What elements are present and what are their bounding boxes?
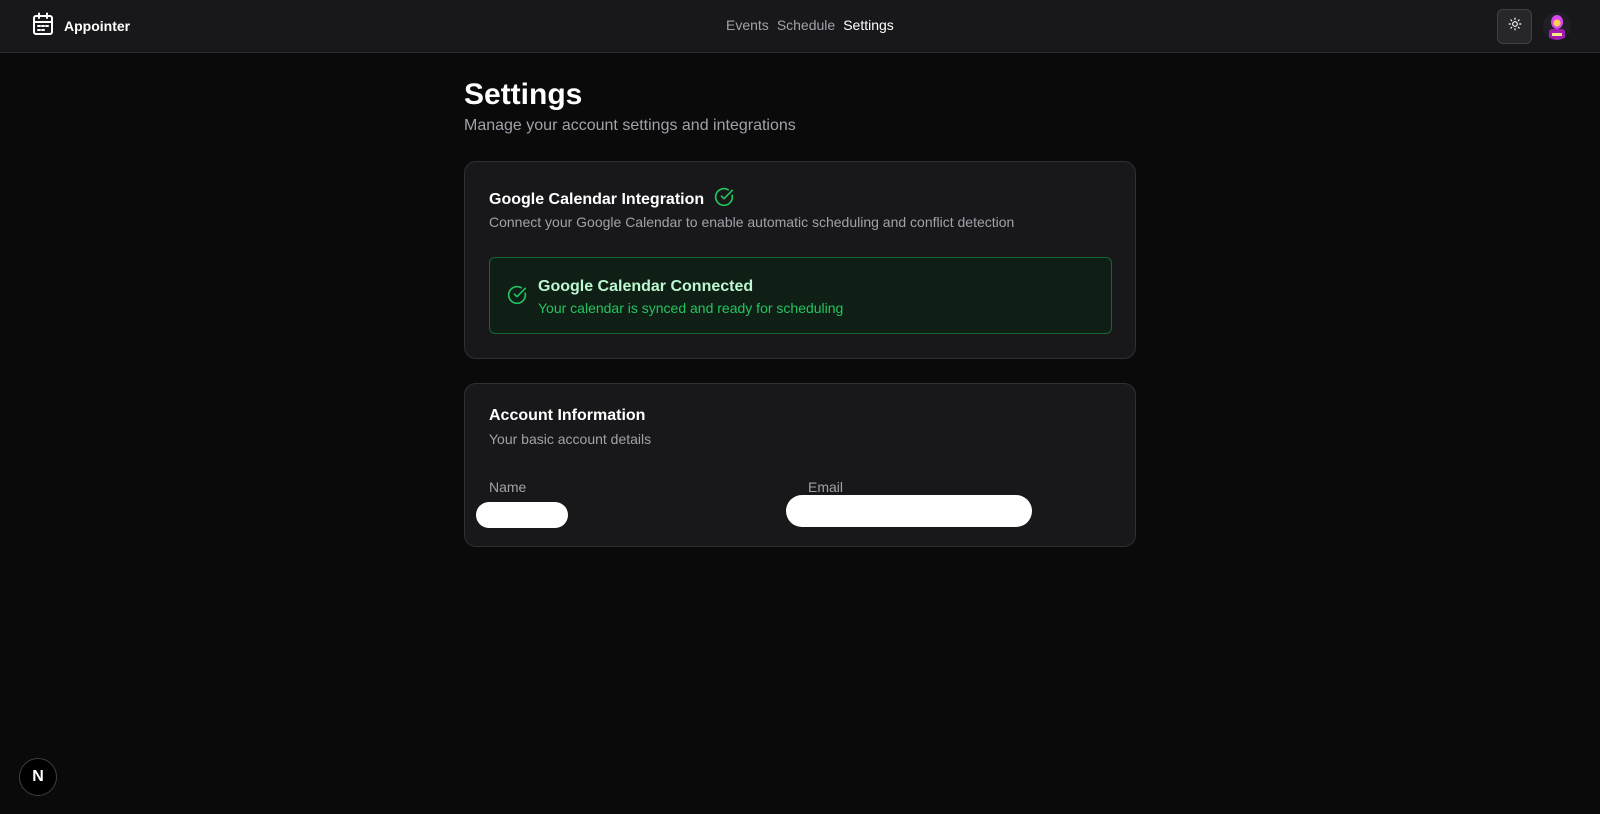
name-field-label: Name	[489, 479, 527, 495]
app-name: Appointer	[64, 18, 131, 34]
connection-status-title: Google Calendar Connected	[538, 278, 754, 295]
calendar-icon	[32, 12, 54, 41]
account-card-title: Account Information	[489, 407, 646, 424]
check-circle-icon	[714, 187, 734, 212]
top-navbar: Appointer Events Schedule Settings	[0, 0, 1600, 53]
account-information-card: Account Information Your basic account d…	[464, 383, 1136, 547]
connection-status-alert: Google Calendar Connected Your calendar …	[489, 257, 1112, 334]
account-card-description: Your basic account details	[489, 431, 652, 447]
nav-item-schedule[interactable]: Schedule	[777, 17, 835, 33]
nav-item-events[interactable]: Events	[726, 17, 769, 33]
page-subtitle: Manage your account settings and integra…	[464, 117, 796, 134]
user-avatar[interactable]	[1543, 12, 1571, 40]
settings-main: Settings Manage your account settings an…	[464, 75, 1136, 547]
integration-card-description: Connect your Google Calendar to enable a…	[489, 214, 1015, 230]
integration-card-title: Google Calendar Integration	[489, 187, 734, 212]
email-field-label: Email	[808, 479, 844, 495]
name-value-redacted	[476, 502, 568, 528]
sun-icon	[1508, 17, 1522, 36]
nav-item-settings[interactable]: Settings	[843, 17, 894, 33]
brand-link[interactable]: Appointer	[32, 12, 131, 41]
integration-title-text: Google Calendar Integration	[489, 190, 705, 208]
main-nav: Events Schedule Settings	[726, 17, 894, 33]
dev-tools-badge[interactable]: N	[19, 758, 57, 796]
page-title: Settings	[464, 78, 583, 111]
connection-status-description: Your calendar is synced and ready for sc…	[538, 300, 844, 316]
email-value-redacted	[786, 495, 1032, 527]
google-calendar-card: Google Calendar Integration Connect your…	[464, 161, 1136, 359]
theme-toggle-button[interactable]	[1497, 9, 1532, 44]
dev-badge-label: N	[32, 768, 44, 785]
check-circle-icon	[507, 285, 527, 310]
